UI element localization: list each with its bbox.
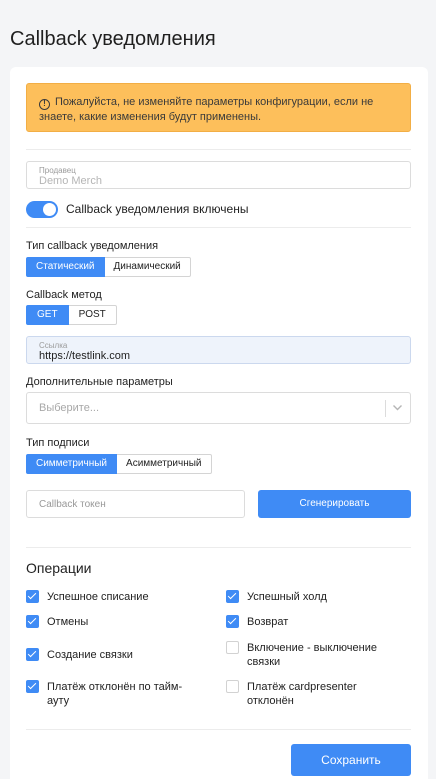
operation-checkbox[interactable]: Успешный холд bbox=[226, 590, 411, 604]
info-icon: ! bbox=[39, 99, 50, 110]
signature-asymmetric-option[interactable]: Асимметричный bbox=[117, 454, 212, 474]
signature-type-switch: Симметричный Асимметричный bbox=[26, 454, 212, 474]
operation-label: Платёж отклонён по тайм-ауту bbox=[47, 681, 183, 707]
operation-checkbox[interactable]: Успешное списание bbox=[26, 590, 206, 604]
callback-token-input[interactable]: Callback токен bbox=[26, 490, 245, 518]
save-button[interactable]: Сохранить bbox=[291, 744, 411, 776]
method-post-option[interactable]: POST bbox=[68, 305, 117, 325]
settings-card: ! Пожалуйста, не изменяйте параметры конф… bbox=[10, 67, 428, 779]
extra-params-placeholder: Выберите... bbox=[39, 402, 100, 414]
callback-type-switch: Статический Динамический bbox=[26, 257, 191, 277]
warning-alert: ! Пожалуйста, не изменяйте параметры конф… bbox=[26, 83, 411, 132]
callback-method-switch: GET POST bbox=[26, 305, 117, 325]
callback-type-dynamic-option[interactable]: Динамический bbox=[104, 257, 191, 277]
merchant-field[interactable]: Продавец Demo Merch bbox=[26, 161, 411, 189]
callback-type-label: Тип callback уведомления bbox=[26, 240, 159, 252]
link-value: https://testlink.com bbox=[39, 350, 131, 362]
operation-checkbox[interactable]: Возврат bbox=[226, 615, 411, 629]
operation-checkbox[interactable]: Отмены bbox=[26, 615, 206, 629]
divider bbox=[26, 227, 411, 228]
callback-method-label: Callback метод bbox=[26, 289, 102, 301]
extra-params-select[interactable]: Выберите... bbox=[26, 392, 411, 424]
operation-checkbox[interactable]: Включение - выключение связки bbox=[226, 641, 401, 669]
operation-label: Успешный холд bbox=[247, 591, 327, 603]
divider bbox=[26, 149, 411, 150]
extra-params-label: Дополнительные параметры bbox=[26, 376, 173, 388]
operation-checkbox[interactable]: Платёж отклонён по тайм-ауту bbox=[26, 680, 194, 708]
callback-toggle-row: Callback уведомления включены bbox=[26, 200, 248, 218]
warning-text: Пожалуйста, не изменяйте параметры конфи… bbox=[39, 96, 374, 123]
operation-label: Включение - выключение связки bbox=[247, 642, 377, 668]
merchant-label: Продавец bbox=[39, 166, 76, 175]
checkbox-unchecked-icon bbox=[226, 680, 239, 693]
link-label: Ссылка bbox=[39, 341, 68, 350]
callback-type-static-option[interactable]: Статический bbox=[26, 257, 105, 277]
merchant-value: Demo Merch bbox=[39, 175, 102, 187]
divider bbox=[26, 547, 411, 548]
operations-title: Операции bbox=[26, 560, 92, 576]
checkbox-checked-icon bbox=[26, 615, 39, 628]
divider bbox=[26, 729, 411, 730]
callback-enabled-toggle[interactable] bbox=[26, 200, 58, 218]
page-title: Callback уведомления bbox=[10, 28, 216, 50]
checkbox-checked-icon bbox=[26, 680, 39, 693]
operation-label: Отмены bbox=[47, 616, 89, 628]
operation-label: Платёж cardpresenter отклонён bbox=[247, 681, 357, 707]
operation-checkbox[interactable]: Создание связки bbox=[26, 648, 206, 662]
operation-label: Успешное списание bbox=[47, 591, 149, 603]
operation-label: Возврат bbox=[247, 616, 289, 628]
link-field[interactable]: Ссылка https://testlink.com bbox=[26, 336, 411, 364]
chevron-down-icon bbox=[393, 405, 402, 411]
checkbox-checked-icon bbox=[226, 615, 239, 628]
callback-toggle-label: Callback уведомления включены bbox=[66, 202, 249, 216]
signature-symmetric-option[interactable]: Симметричный bbox=[26, 454, 118, 474]
toggle-knob bbox=[43, 202, 56, 216]
checkbox-checked-icon bbox=[226, 590, 239, 603]
checkbox-checked-icon bbox=[26, 648, 39, 661]
checkbox-checked-icon bbox=[26, 590, 39, 603]
generate-button[interactable]: Сгенерировать bbox=[258, 490, 411, 518]
select-separator bbox=[385, 400, 386, 417]
signature-type-label: Тип подписи bbox=[26, 437, 90, 449]
operation-label: Создание связки bbox=[47, 649, 133, 661]
method-get-option[interactable]: GET bbox=[26, 305, 69, 325]
operation-checkbox[interactable]: Платёж cardpresenter отклонён bbox=[226, 680, 386, 708]
checkbox-unchecked-icon bbox=[226, 641, 239, 654]
